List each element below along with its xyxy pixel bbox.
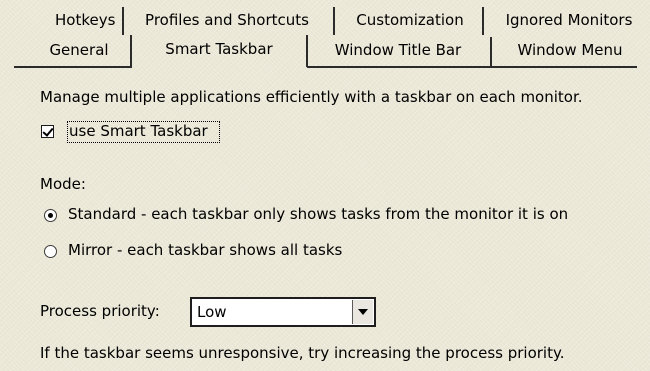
tab-hotkeys[interactable]: Hotkeys — [55, 7, 115, 33]
panel-top-border — [307, 66, 637, 68]
tab-window-title-bar[interactable]: Window Title Bar — [312, 37, 484, 63]
tab-divider — [122, 7, 124, 35]
tab-window-menu[interactable]: Window Menu — [500, 37, 640, 63]
tab-smart-taskbar[interactable]: Smart Taskbar — [133, 33, 305, 67]
panel-top-border — [14, 66, 132, 68]
tab-divider — [490, 37, 492, 67]
use-smart-taskbar-checkbox[interactable] — [41, 125, 54, 138]
tab-ignored-monitors[interactable]: Ignored Monitors — [494, 7, 644, 33]
tab-profiles-and-shortcuts[interactable]: Profiles and Shortcuts — [132, 7, 322, 33]
process-priority-select[interactable]: Low — [190, 297, 376, 327]
process-priority-value: Low — [197, 303, 227, 321]
tab-divider — [130, 35, 132, 67]
feature-description: Manage multiple applications efficiently… — [40, 88, 583, 106]
tab-divider — [333, 7, 335, 35]
tab-customization[interactable]: Customization — [343, 7, 477, 33]
tab-general[interactable]: General — [34, 37, 124, 63]
process-priority-label: Process priority: — [40, 302, 160, 320]
chevron-down-icon[interactable] — [352, 300, 373, 324]
mode-standard-label[interactable]: Standard - each taskbar only shows tasks… — [68, 205, 568, 223]
settings-dialog: Hotkeys Profiles and Shortcuts Customiza… — [0, 0, 650, 371]
mode-mirror-radio[interactable] — [44, 245, 57, 258]
priority-hint: If the taskbar seems unresponsive, try i… — [40, 344, 565, 362]
mode-standard-radio[interactable] — [44, 209, 57, 222]
tab-divider — [306, 35, 308, 67]
mode-mirror-label[interactable]: Mirror - each taskbar shows all tasks — [68, 241, 342, 259]
tab-divider — [482, 7, 484, 35]
use-smart-taskbar-label[interactable]: use Smart Taskbar — [69, 122, 208, 140]
mode-label: Mode: — [40, 175, 86, 193]
